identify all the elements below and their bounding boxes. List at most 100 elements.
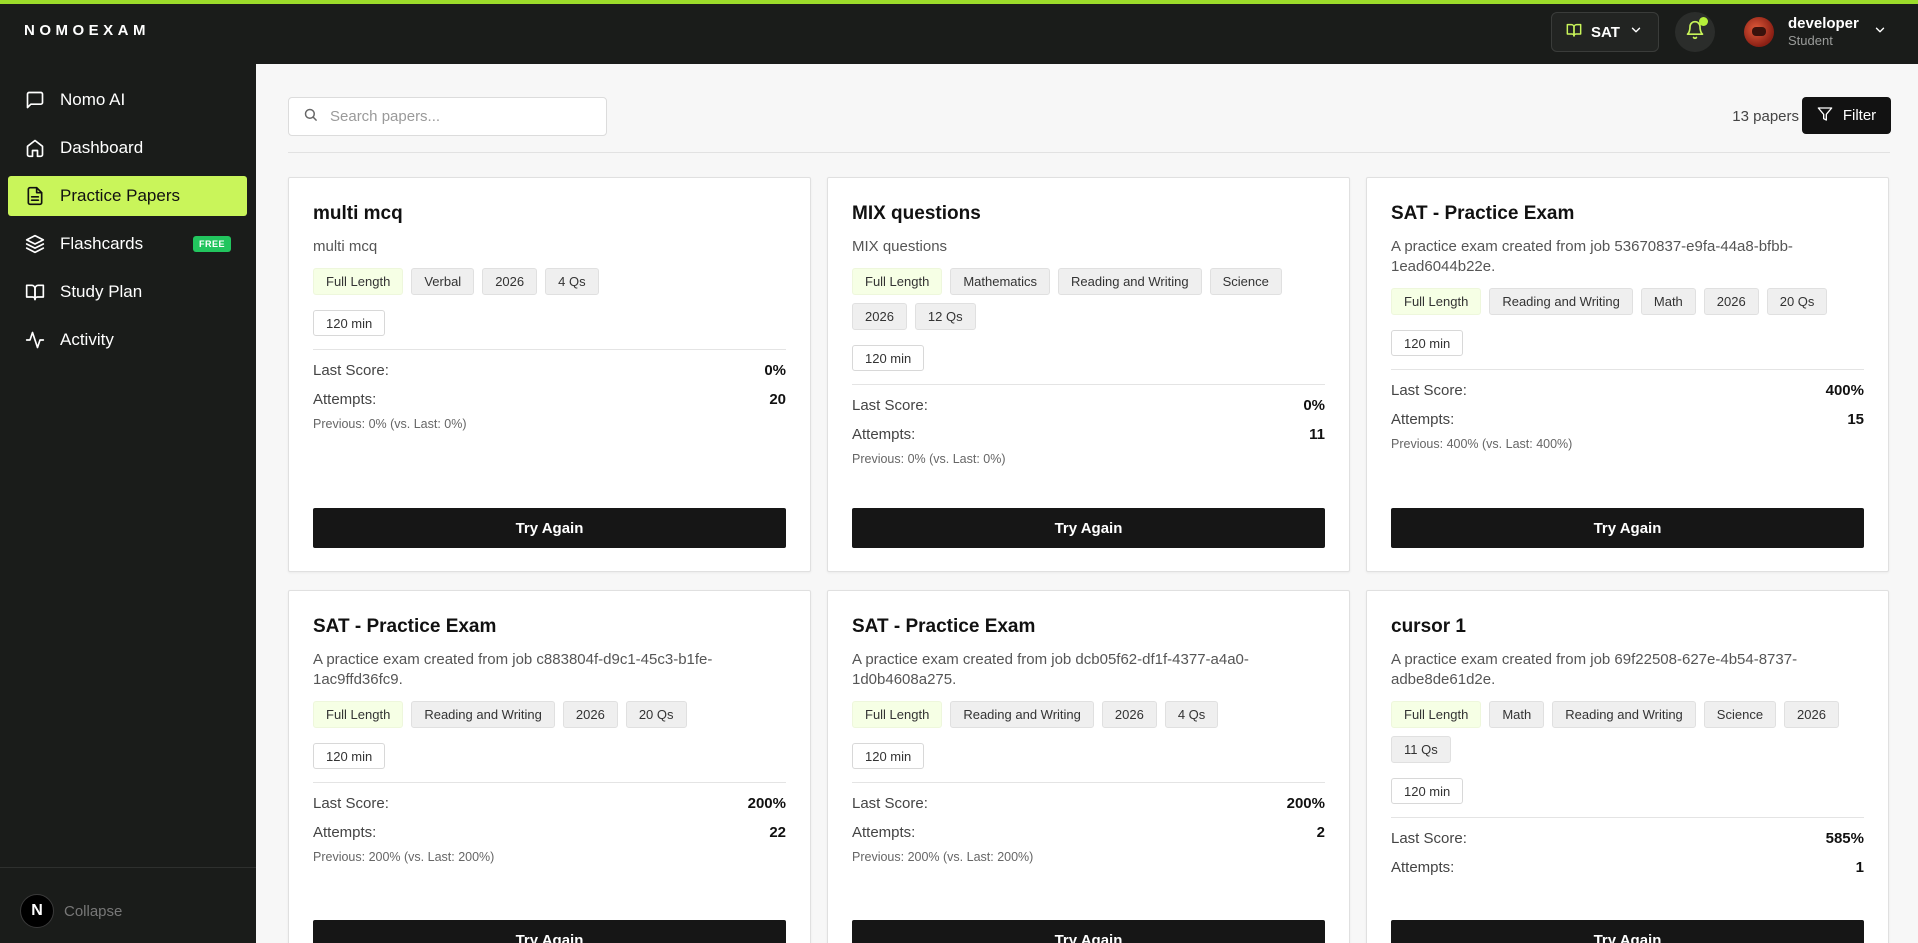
last-score-value: 400% bbox=[1825, 382, 1864, 399]
user-menu[interactable]: developer Student bbox=[1744, 12, 1887, 52]
home-icon bbox=[24, 137, 46, 159]
sidebar-item-nomo-ai[interactable]: Nomo AI bbox=[8, 80, 247, 120]
book-icon bbox=[24, 281, 46, 303]
try-again-button[interactable]: Try Again bbox=[1391, 508, 1864, 548]
paper-tags: Full Length Reading and Writing 2026 4 Q… bbox=[852, 701, 1325, 728]
paper-count: 13 papers bbox=[1732, 108, 1799, 125]
duration-badge: 120 min bbox=[1391, 330, 1464, 356]
attempts-label: Attempts: bbox=[1391, 411, 1455, 428]
tag: Reading and Writing bbox=[950, 701, 1094, 728]
duration-badge: 120 min bbox=[313, 743, 386, 769]
attempts-row: Attempts: 2 bbox=[852, 825, 1325, 841]
paper-card: SAT - Practice Exam A practice exam crea… bbox=[827, 590, 1350, 943]
book-icon bbox=[1566, 22, 1582, 42]
tag: 4 Qs bbox=[1164, 701, 1219, 728]
paper-card: SAT - Practice Exam A practice exam crea… bbox=[1366, 177, 1889, 572]
previous-score: Previous: 0% (vs. Last: 0%) bbox=[313, 417, 467, 431]
attempts-label: Attempts: bbox=[313, 391, 377, 408]
sidebar: Nomo AI Dashboard Practice Papers Flashc… bbox=[0, 64, 256, 943]
sidebar-item-label: Practice Papers bbox=[60, 186, 180, 205]
last-score-label: Last Score: bbox=[1391, 382, 1467, 399]
last-score-label: Last Score: bbox=[852, 795, 928, 812]
paper-tags: Full Length Verbal 2026 4 Qs bbox=[313, 268, 786, 295]
tag: Reading and Writing bbox=[1552, 701, 1696, 728]
paper-tags: Full Length Math Reading and Writing Sci… bbox=[1391, 701, 1864, 763]
exam-selector-label: SAT bbox=[1591, 23, 1620, 41]
attempts-row: Attempts: 20 bbox=[313, 392, 786, 408]
last-score-label: Last Score: bbox=[313, 795, 389, 812]
sidebar-item-study-plan[interactable]: Study Plan bbox=[8, 272, 247, 312]
tag: 20 Qs bbox=[625, 701, 687, 728]
tag: Full Length bbox=[852, 701, 943, 728]
tag: Science bbox=[1703, 701, 1777, 728]
attempts-value: 15 bbox=[1847, 411, 1864, 428]
paper-card: multi mcq multi mcq Full Length Verbal 2… bbox=[288, 177, 811, 572]
search-icon bbox=[303, 107, 318, 127]
tag: 11 Qs bbox=[1391, 736, 1451, 763]
filter-button[interactable]: Filter bbox=[1802, 97, 1891, 134]
sidebar-item-dashboard[interactable]: Dashboard bbox=[8, 128, 247, 168]
chevron-down-icon bbox=[1873, 23, 1887, 42]
sidebar-item-practice-papers[interactable]: Practice Papers bbox=[8, 176, 247, 216]
duration-badge: 120 min bbox=[313, 310, 386, 336]
tag: Full Length bbox=[313, 268, 404, 295]
tag: 2026 bbox=[1101, 701, 1157, 728]
last-score-label: Last Score: bbox=[313, 362, 389, 379]
try-again-button[interactable]: Try Again bbox=[1391, 920, 1864, 943]
filter-icon bbox=[1817, 106, 1833, 126]
last-score-row: Last Score: 200% bbox=[313, 796, 786, 812]
main-content: 13 papers Filter multi mcq multi mcq Ful… bbox=[256, 64, 1918, 943]
card-divider bbox=[313, 782, 786, 783]
last-score-row: Last Score: 0% bbox=[852, 398, 1325, 414]
try-again-button[interactable]: Try Again bbox=[313, 920, 786, 943]
exam-selector[interactable]: SAT bbox=[1551, 12, 1659, 52]
tag: Math bbox=[1640, 288, 1696, 315]
app-logo-icon: N bbox=[20, 894, 54, 928]
duration-badge: 120 min bbox=[852, 345, 925, 371]
last-score-value: 0% bbox=[1303, 397, 1325, 414]
attempts-row: Attempts: 11 bbox=[852, 427, 1325, 443]
attempts-row: Attempts: 22 bbox=[313, 825, 786, 841]
tag: 2026 bbox=[1703, 288, 1759, 315]
attempts-value: 2 bbox=[1316, 824, 1325, 841]
search-input[interactable] bbox=[330, 108, 590, 125]
sidebar-item-label: Study Plan bbox=[60, 282, 143, 301]
paper-title: SAT - Practice Exam bbox=[852, 616, 1036, 637]
last-score-label: Last Score: bbox=[1391, 830, 1467, 847]
chat-icon bbox=[24, 89, 46, 111]
collapse-label: Collapse bbox=[64, 902, 123, 920]
last-score-row: Last Score: 585% bbox=[1391, 831, 1864, 847]
try-again-button[interactable]: Try Again bbox=[852, 920, 1325, 943]
sidebar-item-activity[interactable]: Activity bbox=[8, 320, 247, 360]
notifications-button[interactable] bbox=[1675, 12, 1715, 52]
user-role: Student bbox=[1788, 33, 1833, 48]
try-again-button[interactable]: Try Again bbox=[313, 508, 786, 548]
previous-score: Previous: 400% (vs. Last: 400%) bbox=[1391, 437, 1573, 451]
paper-title: multi mcq bbox=[313, 203, 403, 224]
search-box[interactable] bbox=[288, 97, 607, 136]
paper-description: A practice exam created from job 69f2250… bbox=[1391, 651, 1798, 688]
sidebar-divider bbox=[0, 867, 256, 868]
paper-card: SAT - Practice Exam A practice exam crea… bbox=[288, 590, 811, 943]
paper-title: SAT - Practice Exam bbox=[313, 616, 497, 637]
collapse-button[interactable]: N Collapse bbox=[20, 894, 122, 928]
layers-icon bbox=[24, 233, 46, 255]
paper-description: A practice exam created from job 5367083… bbox=[1391, 238, 1793, 275]
activity-icon bbox=[24, 329, 46, 351]
try-again-button[interactable]: Try Again bbox=[852, 508, 1325, 548]
user-name: developer bbox=[1788, 15, 1859, 32]
duration-badge: 120 min bbox=[852, 743, 925, 769]
sidebar-item-flashcards[interactable]: Flashcards FREE bbox=[8, 224, 247, 264]
card-divider bbox=[852, 384, 1325, 385]
tag: 2026 bbox=[562, 701, 618, 728]
card-divider bbox=[1391, 369, 1864, 370]
tag: Verbal bbox=[411, 268, 475, 295]
tag: Mathematics bbox=[950, 268, 1051, 295]
tag: Reading and Writing bbox=[411, 701, 555, 728]
avatar bbox=[1744, 17, 1774, 47]
document-icon bbox=[24, 185, 46, 207]
brand-logo[interactable]: NOMOEXAM bbox=[24, 22, 150, 39]
paper-tags: Full Length Mathematics Reading and Writ… bbox=[852, 268, 1325, 330]
toolbar-divider bbox=[288, 152, 1890, 153]
attempts-row: Attempts: 15 bbox=[1391, 412, 1864, 428]
